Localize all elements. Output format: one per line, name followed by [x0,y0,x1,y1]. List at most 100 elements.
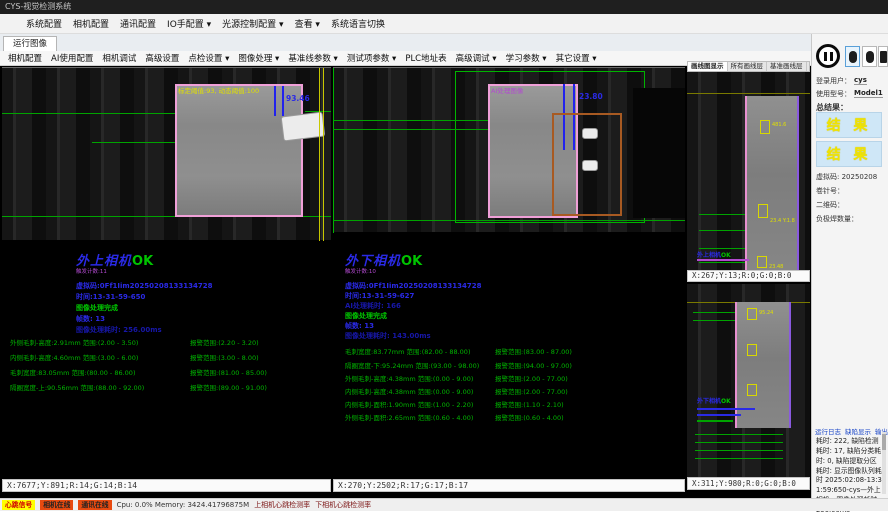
tool-camera-config[interactable]: 相机配置 [8,52,42,64]
measure-value-label: 93.46 [286,94,310,103]
model-value: Model1 [854,89,883,98]
measurement-text: 外侧毛刺-高度:2.91mm 范围:(2.00 - 3.50) [10,337,138,347]
calibration-line [319,68,320,241]
defect-annotation: 95.24 [759,310,773,316]
log-tabbar: 运行日志 缺陷显示 输出信息 [815,426,888,436]
exit-door-icon [880,51,887,63]
center-ai-time: AI处理耗时: 166 [345,301,401,311]
defect-box [747,384,757,396]
measurement-text: 毛刺宽度:83.77mm 范围:(82.00 - 88.00) [345,346,470,356]
alarm-range: 报警范围:(0.60 - 4.00) [495,412,564,422]
left-camera-viewport[interactable]: 标定阈值:93, 动态阈值:100 93.46 [2,67,331,240]
menu-light-config[interactable]: 光源控制配置 ▾ [222,17,283,30]
menu-bar: 系统配置 相机配置 通讯配置 IO手配置 ▾ 光源控制配置 ▾ 查看 ▾ 系统语… [0,14,888,34]
model-label: 使用型号： [816,89,851,99]
tab-all-draw-layers[interactable]: 所有画线层 [728,62,768,71]
login-user-value: cys [854,76,867,85]
pause-button[interactable] [816,44,840,68]
left-coordinate-bar: X:7677;Y:891;R:14;G:14;B:14 [2,479,331,492]
tool-camera-debug[interactable]: 相机调试 [102,52,136,64]
measurement-text: 隔圈宽度-下:95.24mm 范围:(93.00 - 98.00) [345,360,479,370]
center-status-ok: OK [401,254,422,269]
tool-test-params[interactable]: 测试项参数 ▾ [347,52,396,64]
thumb2-info-bar [697,408,755,410]
tab-run-image[interactable]: 运行图像 [3,36,57,52]
alarm-range: 报警范围:(3.00 - 8.00) [190,352,259,362]
tool-advanced-debug[interactable]: 高级调试 ▾ [456,52,497,64]
left-status-ok: OK [132,254,153,269]
alarm-range: 报警范围:(81.00 - 85.00) [190,367,267,377]
barcode-label: 虚拟码: 20250208 [816,172,877,182]
user-login-button[interactable] [845,46,860,67]
exit-button[interactable] [878,46,888,67]
calibration-line [323,68,324,241]
thumb1-coordinate-bar: X:267;Y:13;R:0;G:0;B:0 [687,270,810,282]
reflection-spot [582,160,598,171]
login-user-label: 登录用户： [816,76,851,86]
log-scrollbar[interactable] [882,432,886,494]
tab-defect-display[interactable]: 缺陷显示 [845,426,871,436]
tab-run-log[interactable]: 运行日志 [815,426,841,436]
left-overlay-text: 外上相机OK 触发计数:11 [76,250,153,275]
measurement-text: 外侧毛刺-面积:2.65mm 范围:(0.60 - 4.00) [345,412,473,422]
pin-number-label: 卷针号： [816,186,844,196]
thumb1-status-ok: OK [721,252,731,259]
left-process-time: 图像处理耗时: 256.00ms [76,325,162,335]
center-process-done: 图像处理完成 [345,311,387,321]
center-camera-viewport[interactable]: AI处理图像 23.80 [333,67,685,232]
window-titlebar: CYS-视觉检测系统 [0,0,888,14]
thumb-view-lower[interactable]: 95.24 外下相机OK [687,284,810,477]
thumb2-measure-bar [695,434,783,435]
baseline-line [333,129,488,130]
baseline-line [92,142,175,143]
info-icon [866,51,874,63]
tool-other-settings[interactable]: 其它设置 ▾ [556,52,597,64]
menu-view[interactable]: 查看 ▾ [295,17,320,30]
baseline-line [2,113,175,114]
alarm-range: 报警范围:(1.10 - 2.10) [495,399,564,409]
tool-advanced-settings[interactable]: 高级设置 [145,52,179,64]
alarm-range: 报警范围:(89.00 - 91.00) [190,382,267,392]
log-scrollbar-thumb[interactable] [882,434,886,450]
measure-value-label: 23.80 [579,92,603,101]
tab-base-draw-layer[interactable]: 基准画线层 [767,62,807,71]
lower-heartbeat-text: 下相机心跳检测率 [315,500,371,510]
user-icon [849,51,857,63]
center-process-time: 图像处理耗时: 143.00ms [345,331,431,341]
tool-ai-usage-config[interactable]: AI使用配置 [51,52,93,64]
comm-status-badge: 通讯在线 [78,500,111,510]
baseline-line [693,320,735,321]
menu-comm-config[interactable]: 通讯配置 [120,17,156,30]
thumb-view-upper[interactable]: 481.6 23.4 Y:1.8 23.48 外上相机OK [687,72,810,270]
tool-spot-check[interactable]: 点检设置 ▾ [188,52,229,64]
baseline-line [699,230,745,231]
defect-box [747,308,757,320]
measurement-text: 内侧毛刺-面积:1.90mm 范围:(1.00 - 2.20) [345,399,473,409]
tool-plc-address[interactable]: PLC地址表 [405,52,446,64]
center-coordinate-bar: X:270;Y:2502;R:17;G:17;B:17 [333,479,685,492]
defect-annotation: 481.6 [772,122,786,128]
camera-status-badge: 相机在线 [40,500,73,510]
overlay-layer-tabbar: 画线图显示 所有画线层 基准画线层 [687,61,810,72]
menu-system-config[interactable]: 系统配置 [26,17,62,30]
tool-image-processing[interactable]: 图像处理 ▾ [238,52,279,64]
status-bar: 心跳信号 相机在线 通讯在线 Cpu: 0.0% Memory: 3424.41… [0,498,888,511]
info-button[interactable] [862,46,877,67]
thumb2-coordinate-bar: X:311;Y:980;R:0;G:0;B:0 [687,477,810,490]
tab-draw-layer-display[interactable]: 画线图显示 [688,62,728,71]
center-time: 时间:13-31-59-627 [345,291,414,301]
menu-language-switch[interactable]: 系统语言切换 [331,17,385,30]
menu-io-config[interactable]: IO手配置 ▾ [167,17,211,30]
tool-baseline-params[interactable]: 基准线参数 ▾ [288,52,337,64]
menu-camera-config[interactable]: 相机配置 [73,17,109,30]
qr-code-label: 二维码： [816,200,844,210]
thumb2-info-bar [697,420,733,422]
defect-box [760,120,770,134]
baseline-line [699,262,745,263]
center-barcode: 虚拟码:0Ff1Iim20250208133134728 [345,281,481,291]
tool-learning-params[interactable]: 学习参数 ▾ [506,52,547,64]
upper-heartbeat-text: 上相机心跳检测率 [254,500,310,510]
thumb2-info-bar [697,414,741,416]
baseline-line [699,214,745,215]
threshold-label: 标定阈值:93, 动态阈值:100 [178,85,259,95]
